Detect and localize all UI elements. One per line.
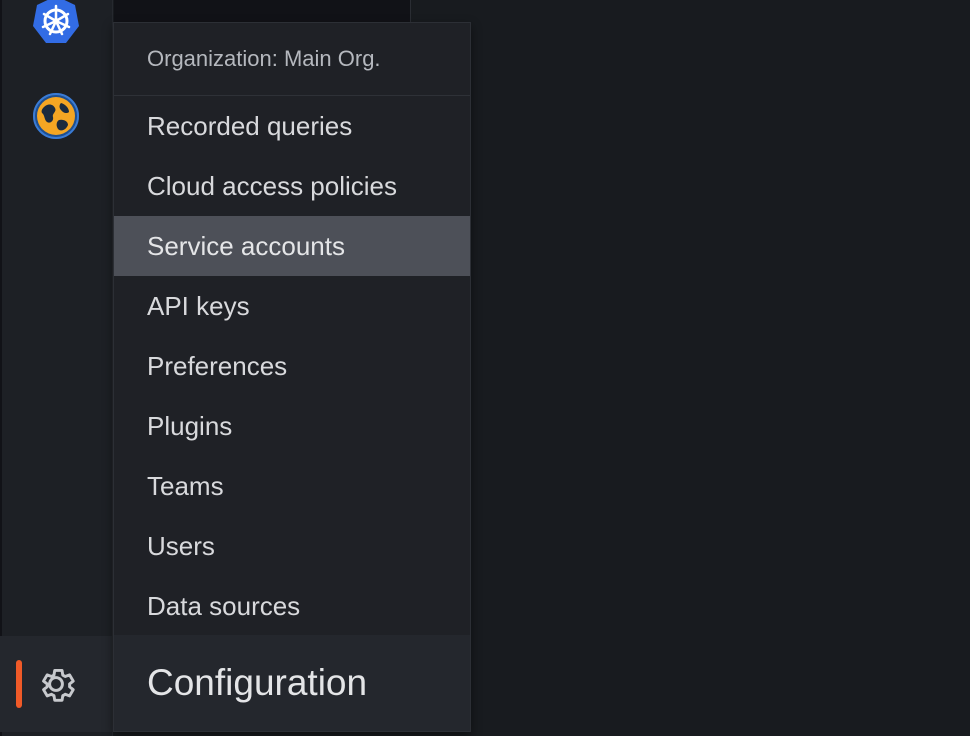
menu-item-recorded-queries[interactable]: Recorded queries bbox=[114, 96, 470, 156]
gear-icon bbox=[42, 668, 75, 702]
side-menu bbox=[0, 0, 113, 736]
menu-item-teams[interactable]: Teams bbox=[114, 456, 470, 516]
globe-icon bbox=[33, 93, 79, 139]
active-indicator bbox=[16, 660, 22, 708]
organization-label: Organization: Main Org. bbox=[114, 23, 470, 96]
menu-item-plugins[interactable]: Plugins bbox=[114, 396, 470, 456]
nav-item-explore[interactable] bbox=[0, 86, 112, 146]
nav-item-kubernetes[interactable] bbox=[0, 0, 112, 50]
menu-item-cloud-access-policies[interactable]: Cloud access policies bbox=[114, 156, 470, 216]
top-panel-edge bbox=[114, 0, 411, 22]
section-title-configuration[interactable]: Configuration bbox=[114, 635, 470, 731]
menu-item-preferences[interactable]: Preferences bbox=[114, 336, 470, 396]
menu-item-api-keys[interactable]: API keys bbox=[114, 276, 470, 336]
menu-item-users[interactable]: Users bbox=[114, 516, 470, 576]
menu-item-service-accounts[interactable]: Service accounts bbox=[114, 216, 470, 276]
kubernetes-icon bbox=[33, 0, 79, 43]
menu-item-data-sources[interactable]: Data sources bbox=[114, 576, 470, 636]
app-window: Organization: Main Org. Recorded queries… bbox=[0, 0, 970, 736]
configuration-dropdown: Organization: Main Org. Recorded queries… bbox=[113, 22, 471, 732]
